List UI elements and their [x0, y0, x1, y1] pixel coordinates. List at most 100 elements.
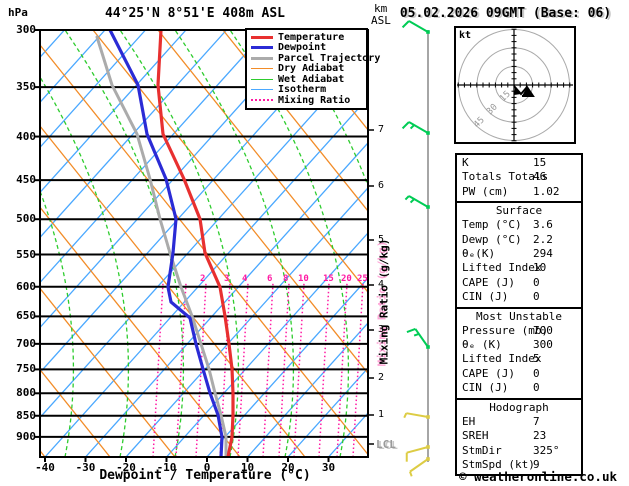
- stat-value: 0: [533, 381, 540, 395]
- stat-value: 700: [533, 323, 553, 337]
- stat-row: CAPE (J) 0: [457, 367, 581, 381]
- legend-swatch: [251, 56, 273, 60]
- datetime-title: 05.02.2026 09GMT (Base: 06): [399, 6, 612, 21]
- legend-swatch: [251, 99, 273, 102]
- stat-label: Dewp (°C): [462, 232, 522, 246]
- mixing-ratio-value-label: 6: [267, 274, 273, 284]
- mixing-ratio-value-label: 25: [357, 274, 368, 284]
- stats-panel: K 15 Totals Totals 46 PW (cm) 1.02 Surface Temp…: [455, 153, 583, 477]
- pressure-tick-label: 350: [16, 80, 36, 94]
- pressure-tick-label: 700: [16, 336, 36, 350]
- stat-value: 0: [533, 290, 540, 304]
- stat-row: Dewp (°C) 2.2: [457, 233, 581, 247]
- legend-item: Temperature: [251, 32, 366, 43]
- pressure-tick-label: 900: [16, 429, 36, 443]
- legend-swatch: [251, 68, 273, 70]
- mixing-ratio-value-label: 20: [341, 274, 352, 284]
- mixing-ratio-value-label: 8: [283, 274, 289, 284]
- temp-tick-label: 10: [240, 461, 255, 474]
- stat-value: 0: [533, 275, 540, 289]
- stat-value: 1.02: [533, 184, 560, 198]
- stat-value: 46: [533, 170, 547, 184]
- stat-value: 300: [533, 338, 553, 352]
- stat-label: CAPE (J): [462, 275, 515, 289]
- temp-tick-label: 0: [203, 461, 211, 474]
- wind-barb: [404, 195, 430, 209]
- stat-label: θₑ (K): [462, 338, 502, 352]
- pressure-tick-label: 550: [16, 247, 36, 261]
- pressure-tick-label: 500: [16, 212, 36, 226]
- stat-row: CIN (J) 0: [457, 290, 581, 304]
- stat-value: 7: [533, 414, 540, 428]
- stat-row: StmDir 325°: [457, 444, 581, 458]
- km-tick-label: 6: [378, 180, 385, 191]
- stats-section-title: Most Unstable: [475, 309, 563, 323]
- stat-value: 294: [533, 247, 553, 261]
- legend-label: Dewpoint: [278, 42, 327, 54]
- stat-label: K: [462, 156, 469, 169]
- stat-label: PW (cm): [462, 184, 509, 198]
- pressure-tick-label: 750: [16, 362, 36, 376]
- wind-barb: [401, 121, 430, 135]
- stats-section: Hodograph EH 7 SREH 23 StmDir 325° StmSpd (kt) 9: [455, 397, 583, 477]
- legend-swatch: [251, 78, 273, 80]
- stat-row: θₑ (K) 300: [457, 338, 581, 352]
- km-tick-label: 1: [378, 409, 385, 420]
- stat-value: 15: [533, 156, 547, 169]
- legend: Temperature Dewpoint Parcel Trajectory Dry …: [245, 28, 380, 110]
- pressure-tick-label: 850: [16, 408, 36, 422]
- lcl-label: LCL: [376, 438, 396, 451]
- stat-value: 10: [533, 261, 547, 275]
- stat-label: θₑ(K): [462, 247, 496, 261]
- stat-value: 325°: [533, 443, 560, 457]
- km-tick-label: 7: [378, 124, 385, 135]
- stats-section-title: Surface: [495, 204, 543, 218]
- stat-label: Lifted Index: [462, 261, 542, 275]
- stat-row: SREH 23: [457, 429, 581, 443]
- stat-label: CIN (J): [462, 290, 509, 304]
- legend-item: Wet Adiabat: [251, 74, 366, 85]
- pressure-tick-label: 600: [16, 279, 36, 293]
- sounding-page: { "header": { "pressure_unit": "hPa", "l…: [0, 0, 629, 486]
- mixing-ratio-axis-label: Mixing Ratio (g/kg): [377, 238, 391, 365]
- legend-item: Dry Adiabat: [251, 63, 366, 75]
- legend-label: Dry Adiabat: [278, 63, 345, 75]
- pressure-tick-label: 650: [16, 309, 36, 323]
- stats-section: K 15 Totals Totals 46 PW (cm) 1.02: [455, 153, 583, 204]
- copyright: © weatheronline.co.uk: [458, 469, 618, 484]
- mixing-ratio-value-label: 2: [200, 274, 206, 284]
- stat-value: 23: [533, 429, 547, 443]
- pressure-tick-label: 800: [16, 386, 36, 400]
- wind-barb: [401, 20, 430, 34]
- pressure-tick-label: 400: [16, 129, 36, 143]
- location-title: 44°25'N 8°51'E 408m ASL: [104, 6, 285, 21]
- legend-item: Parcel Trajectory: [251, 53, 380, 64]
- stats-section-title: Hodograph: [489, 400, 549, 414]
- legend-swatch: [251, 46, 273, 50]
- pressure-tick-label: 300: [16, 23, 36, 36]
- stat-label: Temp (°C): [462, 218, 522, 232]
- stat-label: SREH: [462, 429, 489, 443]
- hodograph-unit-label: kt: [459, 30, 472, 41]
- mixing-ratio-value-label: 4: [242, 274, 248, 284]
- stat-row: θₑ(K) 294: [457, 247, 581, 261]
- stat-row: CAPE (J) 0: [457, 276, 581, 290]
- wind-barb: [406, 328, 430, 349]
- stat-row: Lifted Index 10: [457, 261, 581, 275]
- temp-tick-label: -10: [156, 461, 177, 474]
- pressure-tick-label: 450: [16, 173, 36, 187]
- wind-barb-staff: [401, 20, 430, 477]
- stat-value: 5: [533, 352, 540, 366]
- stat-row: CIN (J) 0: [457, 381, 581, 395]
- stat-row: Temp (°C) 3.6: [457, 218, 581, 232]
- hodograph: 153045: [454, 26, 576, 144]
- temp-tick-label: 30: [321, 461, 336, 474]
- km-tick-label: 3: [378, 324, 385, 335]
- temp-tick-label: -40: [35, 461, 55, 474]
- legend-label: Isotherm: [278, 84, 327, 96]
- stat-row: EH 7: [457, 415, 581, 429]
- legend-label: Wet Adiabat: [278, 73, 345, 85]
- legend-swatch: [251, 89, 273, 91]
- km-tick-label: 4: [378, 279, 385, 290]
- stat-label: EH: [462, 414, 476, 428]
